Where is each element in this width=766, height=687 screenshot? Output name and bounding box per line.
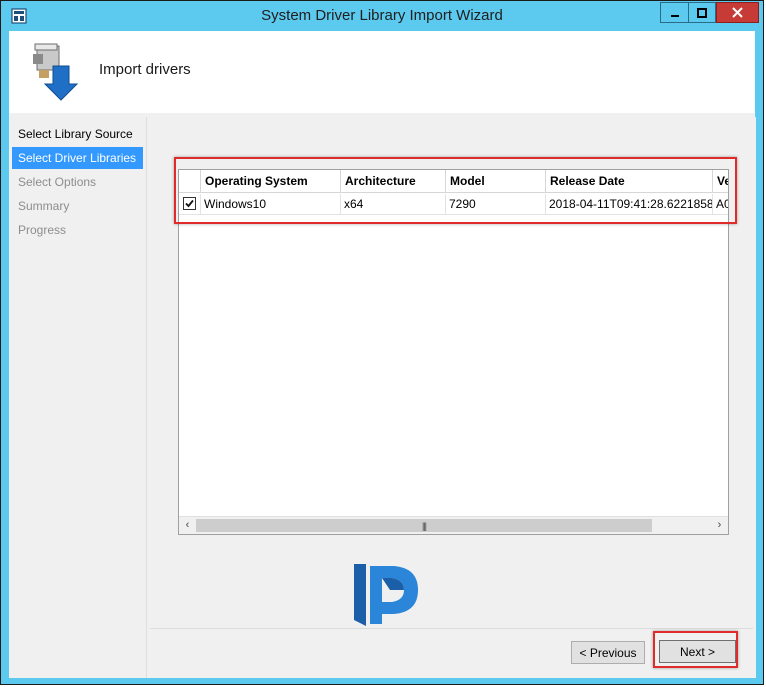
close-button[interactable] — [716, 2, 759, 23]
nav-item-select-library-source[interactable]: Select Library Source — [12, 123, 143, 145]
minimize-icon — [670, 14, 679, 17]
maximize-button[interactable] — [688, 2, 716, 23]
title-bar[interactable]: System Driver Library Import Wizard — [1, 1, 763, 31]
nav-item-progress: Progress — [18, 223, 67, 237]
nav-item-summary: Summary — [18, 199, 70, 213]
grip-icon: ||| — [421, 520, 427, 531]
nav-item-select-driver-libraries[interactable]: Select Driver Libraries — [12, 147, 143, 169]
page-title: Import drivers — [99, 61, 191, 78]
minimize-button[interactable] — [660, 2, 688, 23]
wizard-steps-nav: Select Library Source Select Driver Libr… — [9, 117, 146, 678]
watermark-logo — [354, 564, 418, 626]
horizontal-scrollbar[interactable]: ‹ ||| › — [179, 516, 728, 534]
scrollbar-thumb[interactable]: ||| — [196, 519, 652, 532]
previous-button[interactable]: < Previous — [571, 641, 645, 664]
maximize-icon — [697, 7, 707, 18]
grid-highlight-annotation — [174, 157, 737, 224]
driver-import-icon — [33, 43, 79, 101]
close-icon — [732, 7, 743, 18]
next-button-highlight-annotation — [653, 631, 738, 668]
window-title: System Driver Library Import Wizard — [261, 7, 503, 24]
nav-item-select-options: Select Options — [18, 175, 97, 189]
scroll-left-icon[interactable]: ‹ — [179, 517, 196, 534]
scroll-right-icon[interactable]: › — [711, 517, 728, 534]
wizard-header: Import drivers — [9, 31, 755, 113]
footer-divider — [150, 628, 753, 629]
